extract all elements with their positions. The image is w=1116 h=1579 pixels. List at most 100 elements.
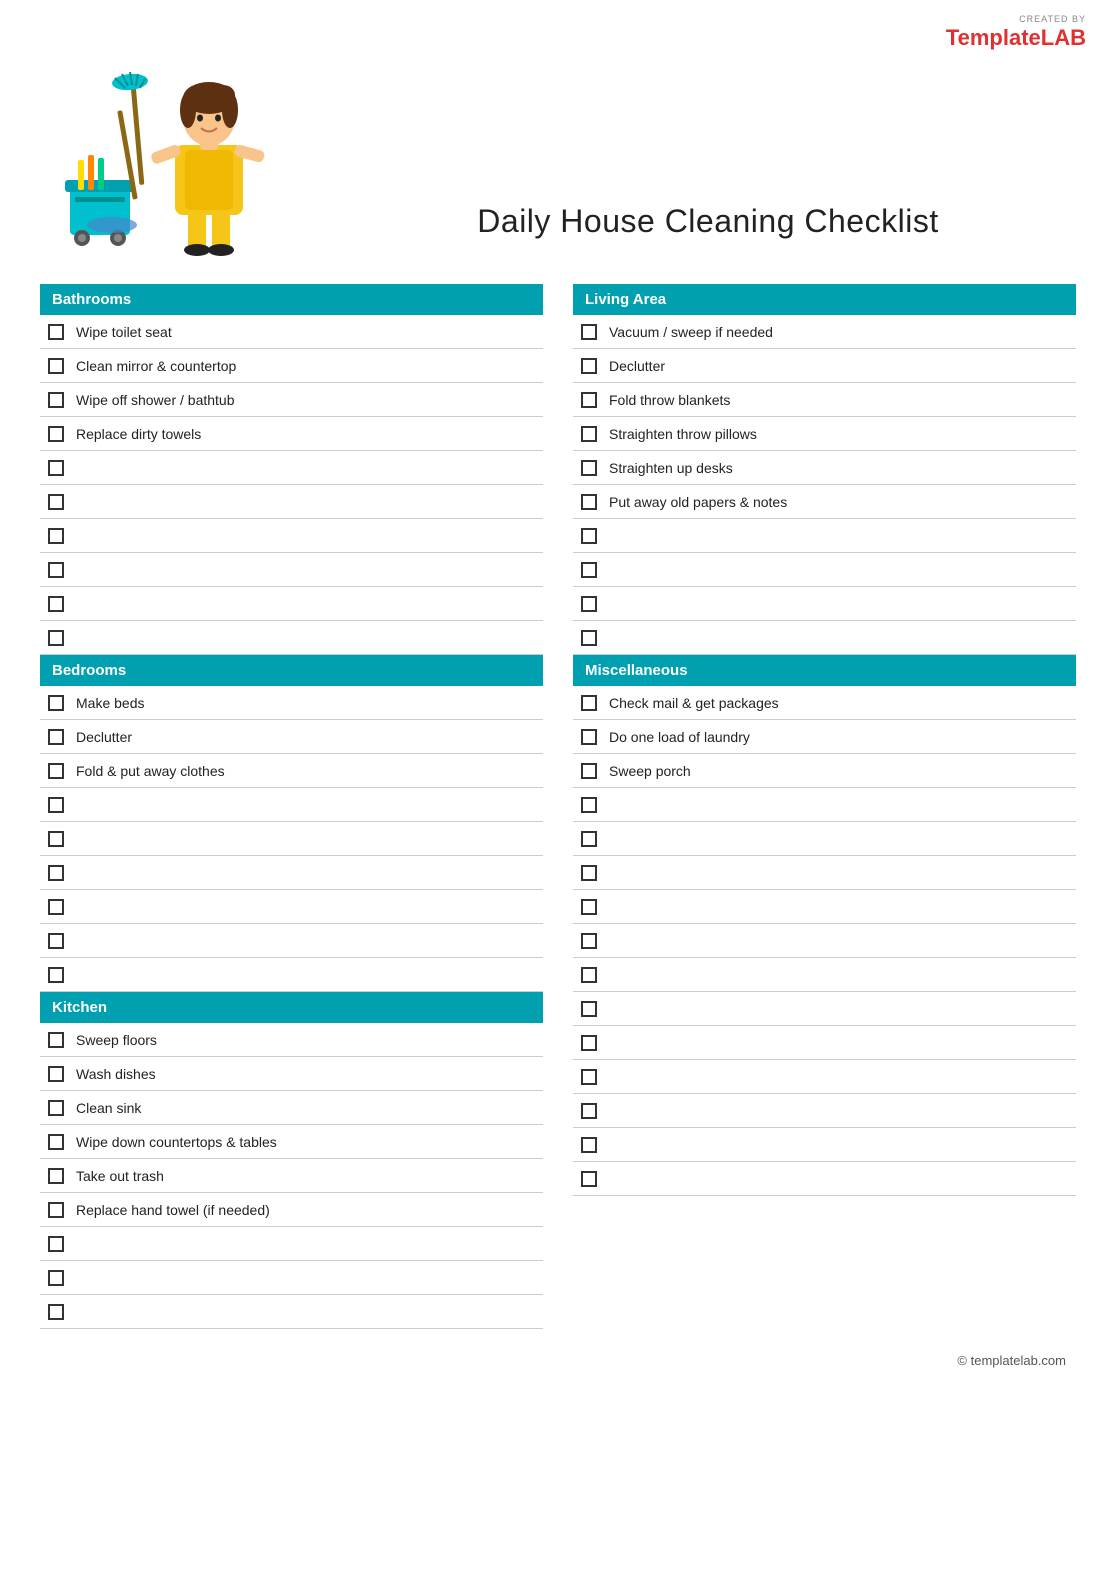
- item-label: [609, 1171, 613, 1187]
- checkbox[interactable]: [581, 933, 597, 949]
- item-label: Declutter: [76, 729, 132, 745]
- checkbox[interactable]: [581, 831, 597, 847]
- checkbox[interactable]: [48, 1100, 64, 1116]
- checklist-row: Wipe toilet seat: [40, 315, 543, 349]
- checklist-row: [573, 992, 1076, 1026]
- checkbox[interactable]: [581, 426, 597, 442]
- logo-area: CREATED BY TemplateLAB: [946, 14, 1086, 51]
- checklist-row: [573, 519, 1076, 553]
- checkbox[interactable]: [48, 630, 64, 646]
- checkbox[interactable]: [48, 324, 64, 340]
- checkbox[interactable]: [581, 596, 597, 612]
- checkbox[interactable]: [581, 562, 597, 578]
- checkbox[interactable]: [48, 797, 64, 813]
- checkbox[interactable]: [581, 392, 597, 408]
- item-label: Make beds: [76, 695, 144, 711]
- checkbox[interactable]: [48, 763, 64, 779]
- checklist-row: [573, 1162, 1076, 1196]
- item-label: Do one load of laundry: [609, 729, 750, 745]
- checkbox[interactable]: [48, 1236, 64, 1252]
- footer-text: © templatelab.com: [957, 1353, 1066, 1368]
- item-label: [76, 1304, 80, 1320]
- main-grid: BathroomsWipe toilet seatClean mirror & …: [40, 284, 1076, 1329]
- checklist-row: [573, 587, 1076, 621]
- checkbox[interactable]: [48, 831, 64, 847]
- section-living-area: Living AreaVacuum / sweep if neededDeclu…: [573, 284, 1076, 655]
- checkbox[interactable]: [581, 1137, 597, 1153]
- item-label: Wipe off shower / bathtub: [76, 392, 235, 408]
- section-header-kitchen: Kitchen: [40, 992, 543, 1023]
- checkbox[interactable]: [48, 967, 64, 983]
- item-label: [609, 1035, 613, 1051]
- checkbox[interactable]: [48, 865, 64, 881]
- checkbox[interactable]: [48, 494, 64, 510]
- checkbox[interactable]: [581, 630, 597, 646]
- checklist-row: [40, 519, 543, 553]
- checklist-row: [573, 1026, 1076, 1060]
- item-label: [76, 596, 80, 612]
- checkbox[interactable]: [581, 729, 597, 745]
- checkbox[interactable]: [581, 695, 597, 711]
- checkbox[interactable]: [48, 1304, 64, 1320]
- checkbox[interactable]: [48, 1032, 64, 1048]
- item-label: [76, 528, 80, 544]
- checkbox[interactable]: [581, 797, 597, 813]
- checkbox[interactable]: [581, 494, 597, 510]
- checklist-row: Wash dishes: [40, 1057, 543, 1091]
- checkbox[interactable]: [581, 1001, 597, 1017]
- checkbox[interactable]: [581, 358, 597, 374]
- checkbox[interactable]: [581, 763, 597, 779]
- header-area: Daily House Cleaning Checklist: [40, 30, 1076, 260]
- checkbox[interactable]: [581, 1035, 597, 1051]
- item-label: [609, 865, 613, 881]
- item-label: Straighten throw pillows: [609, 426, 757, 442]
- checklist-row: [40, 788, 543, 822]
- item-label: [76, 1236, 80, 1252]
- checkbox[interactable]: [48, 1066, 64, 1082]
- item-label: [609, 630, 613, 646]
- section-header-bathrooms: Bathrooms: [40, 284, 543, 315]
- checklist-row: Replace dirty towels: [40, 417, 543, 451]
- checklist-row: [573, 822, 1076, 856]
- checkbox[interactable]: [48, 392, 64, 408]
- checkbox[interactable]: [48, 1270, 64, 1286]
- checkbox[interactable]: [581, 528, 597, 544]
- checklist-row: Straighten up desks: [573, 451, 1076, 485]
- checklist-row: [40, 621, 543, 655]
- checkbox[interactable]: [48, 460, 64, 476]
- item-label: [76, 460, 80, 476]
- checkbox[interactable]: [581, 865, 597, 881]
- section-header-living-area: Living Area: [573, 284, 1076, 315]
- item-label: [609, 933, 613, 949]
- checklist-row: [40, 451, 543, 485]
- checkbox[interactable]: [48, 596, 64, 612]
- checkbox[interactable]: [581, 1103, 597, 1119]
- item-label: [609, 1001, 613, 1017]
- checkbox[interactable]: [48, 729, 64, 745]
- checklist-row: Clean sink: [40, 1091, 543, 1125]
- checkbox[interactable]: [48, 358, 64, 374]
- checkbox[interactable]: [581, 1069, 597, 1085]
- checklist-row: [40, 856, 543, 890]
- item-label: [76, 797, 80, 813]
- checkbox[interactable]: [581, 324, 597, 340]
- checkbox[interactable]: [581, 460, 597, 476]
- item-label: Sweep porch: [609, 763, 691, 779]
- checklist-row: [40, 1261, 543, 1295]
- checklist-row: [573, 621, 1076, 655]
- checkbox[interactable]: [48, 562, 64, 578]
- checkbox[interactable]: [48, 1202, 64, 1218]
- checkbox[interactable]: [581, 1171, 597, 1187]
- checkbox[interactable]: [48, 695, 64, 711]
- checkbox[interactable]: [48, 528, 64, 544]
- checkbox[interactable]: [48, 899, 64, 915]
- checklist-row: Wipe down countertops & tables: [40, 1125, 543, 1159]
- logo-text: TemplateLAB: [946, 25, 1086, 50]
- checkbox[interactable]: [48, 933, 64, 949]
- checkbox[interactable]: [581, 899, 597, 915]
- checkbox[interactable]: [48, 426, 64, 442]
- checkbox[interactable]: [581, 967, 597, 983]
- checkbox[interactable]: [48, 1168, 64, 1184]
- checkbox[interactable]: [48, 1134, 64, 1150]
- item-label: [76, 933, 80, 949]
